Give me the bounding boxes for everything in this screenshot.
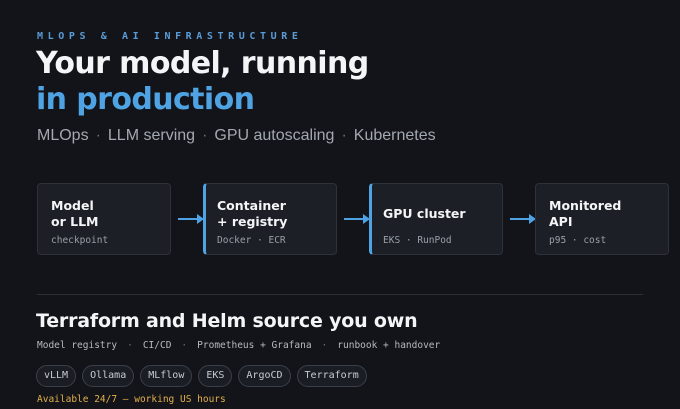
deliverable-cicd: CI/CD [142,340,172,351]
chip-vllm: vLLM [36,365,77,387]
tag-llm-serving: LLM serving [107,127,196,144]
availability-note: Available 24/7 — working US hours [37,394,226,405]
ownership-title: Terraform and Helm source you own [36,310,418,332]
stage-subtitle: checkpoint [51,235,109,246]
section-divider [37,294,643,295]
chip-eks: EKS [198,365,233,387]
chip-terraform: Terraform [296,365,367,387]
stage-model: Model or LLM checkpoint [37,183,171,255]
stage-monitored-api: Monitored API p95 · cost [535,183,669,255]
hero-title-line2: in production [36,82,255,117]
hero-title: Your model, running in production [36,46,369,118]
stage-title: Model or LLM [51,198,99,229]
chip-argocd: ArgoCD [238,365,291,387]
deliverables-list: Model registry · CI/CD · Prometheus + Grafan… [37,340,440,351]
tag-separator: · [202,127,208,144]
chip-mlflow: MLflow [140,365,193,387]
tech-chips: vLLM Ollama MLflow EKS ArgoCD Terraform [36,365,367,387]
deliverable-separator: · [127,340,133,351]
arrow-right-icon [344,214,370,224]
stage-subtitle: p95 · cost [549,235,607,246]
stage-title: Monitored API [549,198,622,229]
deliverable-runbook: runbook + handover [337,340,441,351]
stage-subtitle: EKS · RunPod [383,235,452,246]
pipeline-diagram: Model or LLM checkpoint Container + regi… [37,183,669,257]
eyebrow-label: MLOPS & AI INFRASTRUCTURE [37,31,303,42]
arrow-right-icon [510,214,536,224]
stage-title: Container + registry [217,198,288,229]
tag-gpu-autoscaling: GPU autoscaling [214,127,335,144]
tagline: MLOps · LLM serving · GPU autoscaling · Kubern… [37,127,436,145]
deliverable-monitoring: Prometheus + Grafana [197,340,312,351]
tag-separator: · [95,127,101,144]
stage-subtitle: Docker · ECR [217,235,286,246]
deliverable-separator: · [181,340,188,351]
stage-title: GPU cluster [383,206,466,221]
hero-title-line1: Your model, running [36,46,369,81]
tag-kubernetes: Kubernetes [353,127,436,144]
deliverable-model-registry: Model registry [37,340,118,351]
tag-mlops: MLOps [37,127,89,144]
arrow-right-icon [178,214,204,224]
stage-container: Container + registry Docker · ECR [203,183,337,255]
chip-ollama: Ollama [82,365,135,387]
deliverable-separator: · [321,340,328,351]
stage-gpu-cluster: GPU cluster EKS · RunPod [369,183,503,255]
tag-separator: · [341,127,347,144]
